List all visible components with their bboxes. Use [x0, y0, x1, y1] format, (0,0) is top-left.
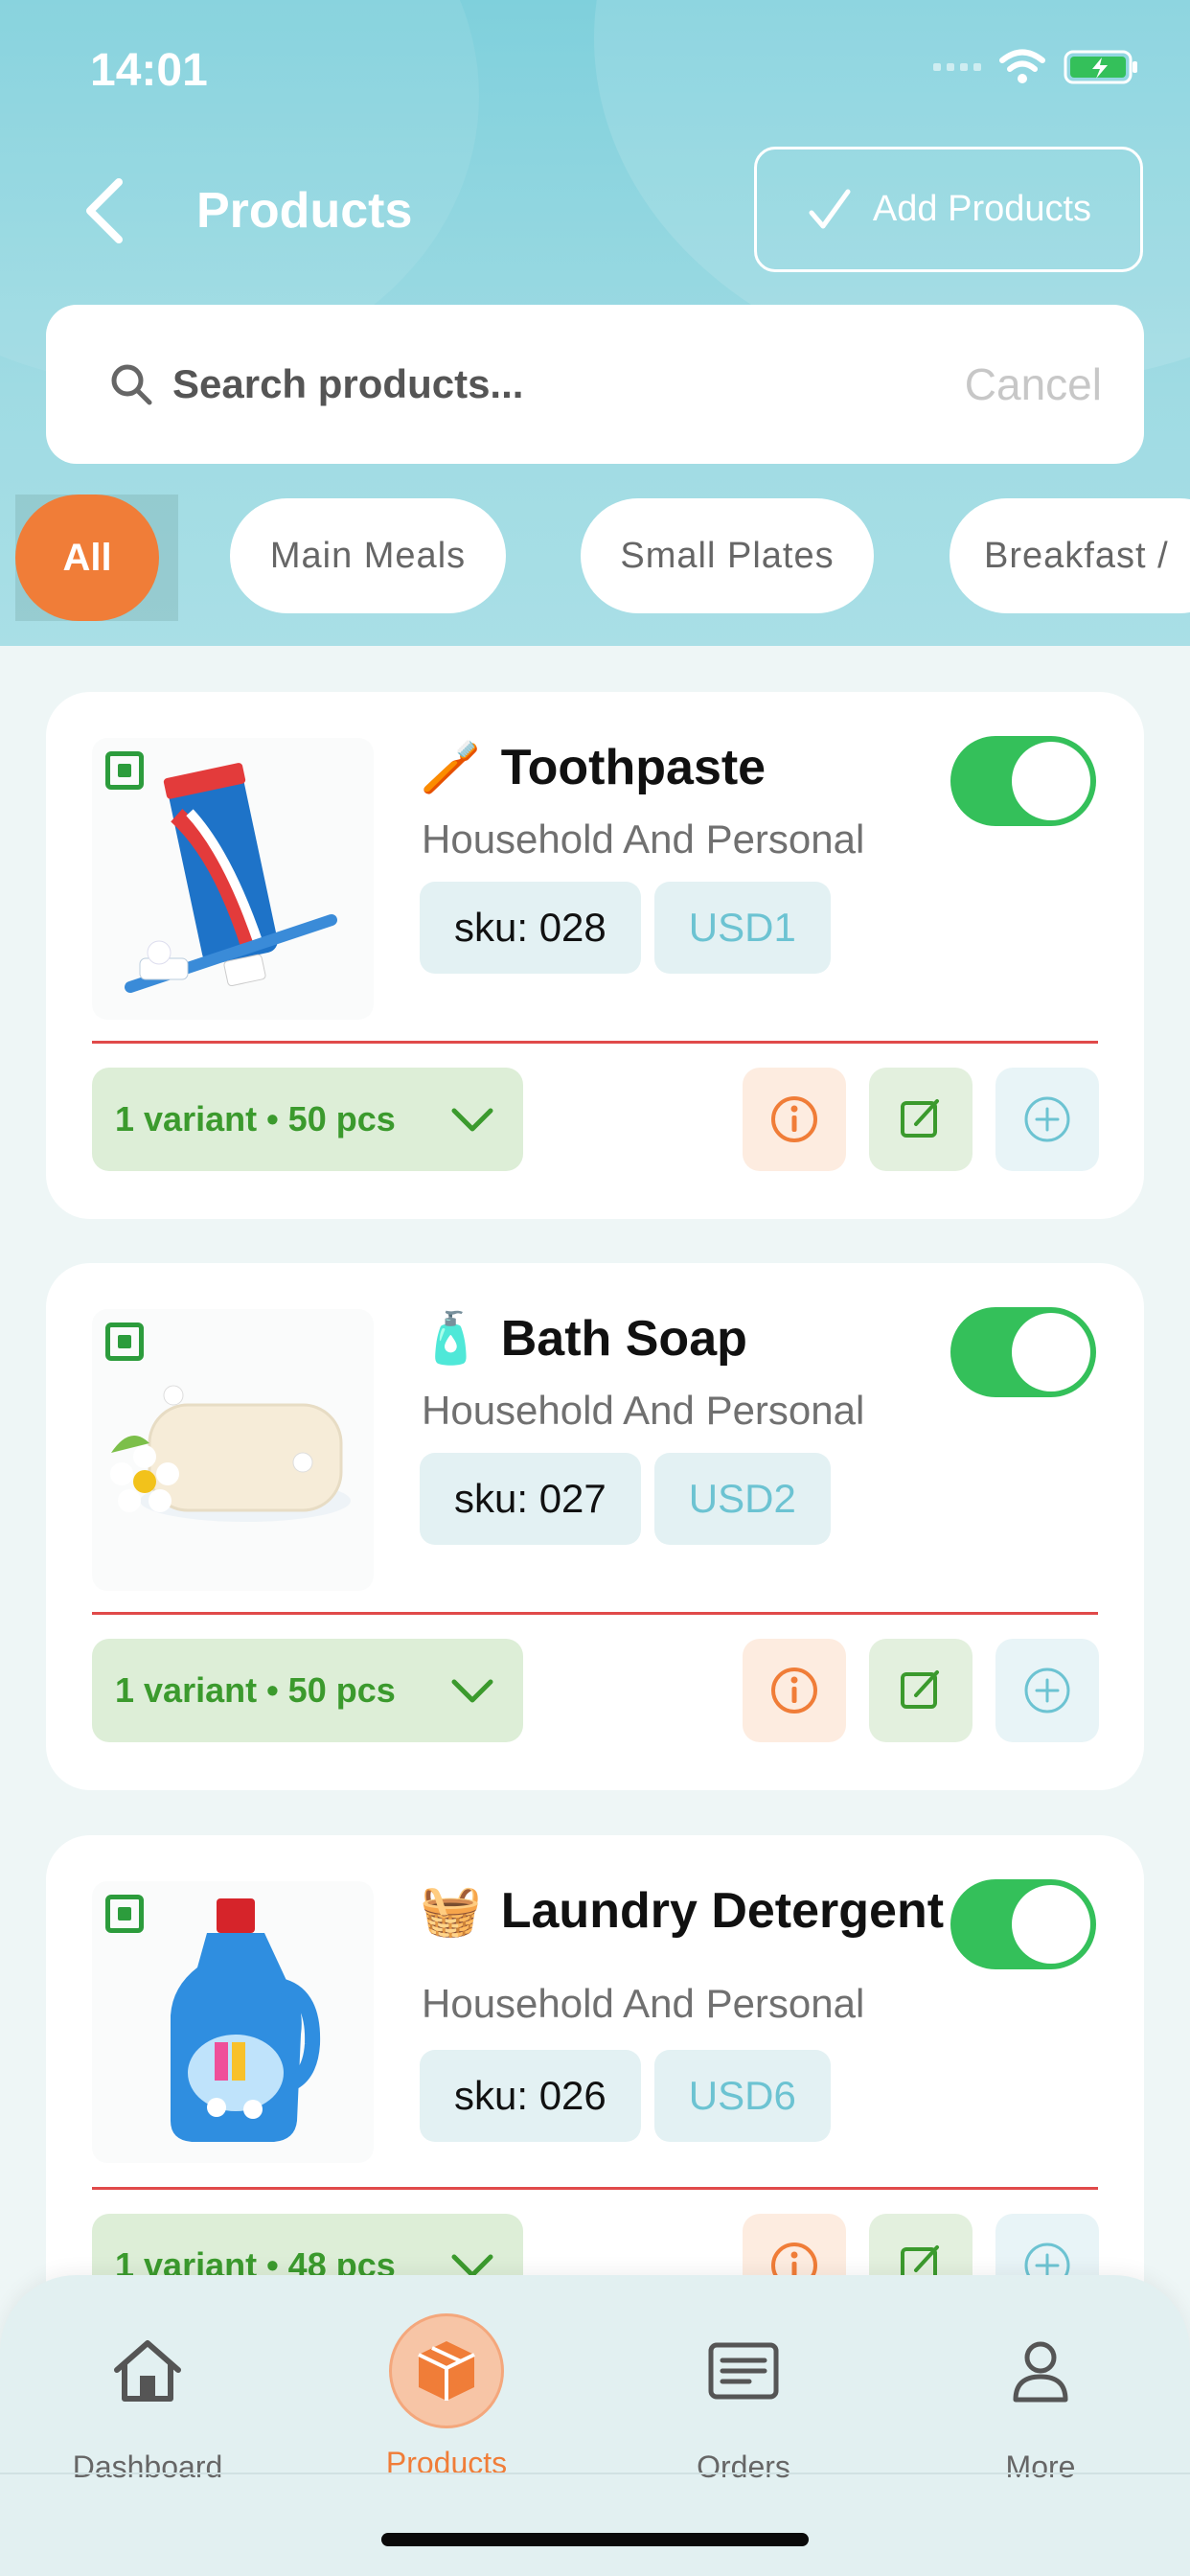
wifi-icon: [999, 49, 1045, 83]
home-indicator: [381, 2533, 809, 2546]
price-badge: USD1: [653, 882, 831, 974]
tab-products[interactable]: Products: [322, 2313, 571, 2481]
lotion-bottle-icon: 🧴: [420, 1311, 482, 1367]
info-button[interactable]: [743, 1639, 846, 1742]
edit-button[interactable]: [869, 1639, 973, 1742]
tab-dashboard[interactable]: Dashboard: [23, 2313, 272, 2485]
availability-toggle[interactable]: [950, 736, 1096, 826]
availability-toggle[interactable]: [950, 1879, 1096, 1969]
filter-chip-breakfast[interactable]: Breakfast /: [950, 498, 1190, 613]
product-tags: sku: 026 USD6: [420, 2050, 831, 2142]
variants-dropdown[interactable]: 1 variant • 50 pcs: [92, 1068, 523, 1171]
search-bar[interactable]: Search products... Cancel: [46, 305, 1144, 464]
select-checkbox[interactable]: [105, 1895, 144, 1933]
plus-circle-icon: [1024, 1096, 1070, 1142]
product-tags: sku: 028 USD1: [420, 882, 831, 974]
toothbrush-icon: 🪥: [420, 740, 482, 795]
battery-icon: [1064, 50, 1137, 84]
product-name-row: 🪥 Toothpaste: [420, 738, 766, 796]
add-variant-button[interactable]: [995, 1068, 1099, 1171]
status-icons: [933, 48, 1140, 86]
product-category: Household And Personal: [422, 816, 865, 862]
product-name: Bath Soap: [500, 1310, 747, 1367]
chevron-down-icon: [451, 1108, 493, 1132]
sku-badge: sku: 027: [420, 1453, 641, 1545]
tab-orders[interactable]: Orders: [619, 2313, 868, 2485]
bottom-tab-bar: Dashboard Products Orders More: [0, 2275, 1190, 2576]
page-title: Products: [196, 183, 413, 239]
filter-chip-main-meals[interactable]: Main Meals: [230, 498, 506, 613]
product-category: Household And Personal: [422, 1981, 865, 2026]
checkmark-icon: [809, 189, 851, 228]
product-name-row: 🧺 Laundry Detergent: [420, 1881, 944, 1940]
add-products-label: Add Products: [872, 189, 1092, 229]
select-checkbox[interactable]: [105, 751, 144, 790]
basket-icon: 🧺: [420, 1883, 482, 1939]
edit-button[interactable]: [869, 1068, 973, 1171]
select-checkbox[interactable]: [105, 1322, 144, 1361]
category-filter-bar: All Main Meals Small Plates Breakfast /: [0, 494, 1190, 621]
status-time: 14:01: [90, 45, 208, 96]
variants-label: 1 variant • 50 pcs: [115, 1099, 396, 1138]
search-icon: [111, 364, 152, 405]
tab-label: Orders: [697, 2450, 790, 2484]
user-icon: [983, 2313, 1098, 2428]
add-products-button[interactable]: Add Products: [754, 147, 1143, 272]
sku-badge: sku: 028: [420, 882, 641, 974]
tab-more[interactable]: More: [916, 2313, 1165, 2485]
card-divider: [92, 1612, 1098, 1615]
price-badge: USD2: [653, 1453, 831, 1545]
add-variant-button[interactable]: [995, 1639, 1099, 1742]
product-card[interactable]: 🧴 Bath Soap Household And Personal sku: …: [46, 1263, 1144, 1790]
edit-icon: [901, 1670, 939, 1709]
box-icon: [389, 2313, 504, 2428]
chevron-left-icon: [86, 178, 123, 243]
product-name: Toothpaste: [500, 739, 767, 795]
card-divider: [92, 1041, 1098, 1044]
info-icon: [771, 1096, 817, 1142]
tab-label: Products: [385, 2446, 508, 2480]
product-card[interactable]: 🪥 Toothpaste Household And Personal sku:…: [46, 692, 1144, 1219]
signal-icon: [933, 63, 981, 71]
card-divider: [92, 2187, 1098, 2190]
info-button[interactable]: [743, 1068, 846, 1171]
price-badge: USD6: [653, 2050, 831, 2142]
tab-label: More: [1005, 2450, 1076, 2484]
sku-badge: sku: 026: [420, 2050, 641, 2142]
product-name-row: 🧴 Bath Soap: [420, 1309, 747, 1368]
list-icon: [686, 2313, 801, 2428]
variants-label: 1 variant • 50 pcs: [115, 1670, 396, 1710]
availability-toggle[interactable]: [950, 1307, 1096, 1397]
product-category: Household And Personal: [422, 1388, 865, 1433]
tab-label: Dashboard: [72, 2450, 223, 2484]
product-tags: sku: 027 USD2: [420, 1453, 831, 1545]
chevron-down-icon: [451, 1679, 493, 1703]
cancel-button[interactable]: Cancel: [965, 358, 1102, 410]
info-icon: [771, 1668, 817, 1714]
back-button[interactable]: [77, 172, 134, 249]
product-name: Laundry Detergent: [500, 1882, 945, 1939]
home-icon: [90, 2313, 205, 2428]
filter-chip-all[interactable]: All: [15, 494, 159, 621]
filter-chip-small-plates[interactable]: Small Plates: [581, 498, 874, 613]
search-input[interactable]: Search products...: [172, 361, 965, 407]
variants-dropdown[interactable]: 1 variant • 50 pcs: [92, 1639, 523, 1742]
plus-circle-icon: [1024, 1668, 1070, 1714]
edit-icon: [901, 1099, 939, 1138]
